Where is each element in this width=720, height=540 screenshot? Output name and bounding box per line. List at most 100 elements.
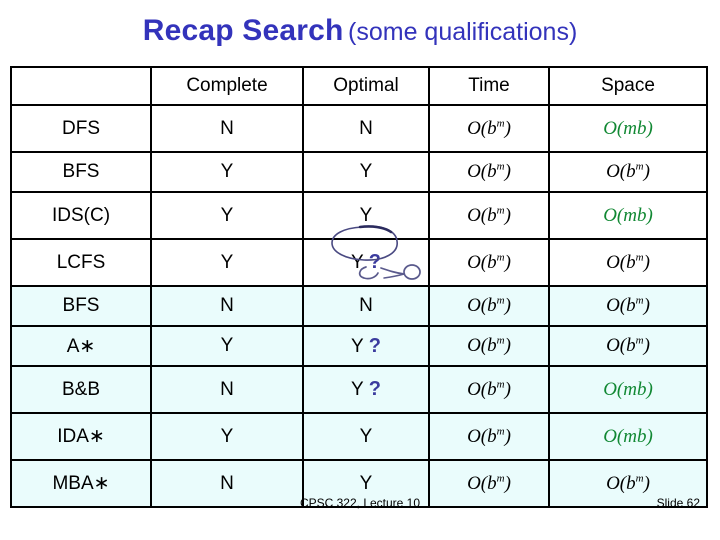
cell-space-complexity-value: O(mb) [603, 205, 653, 226]
cell-space-complexity-base: O(b [606, 161, 636, 182]
cell-space-complexity-tail: ) [643, 335, 650, 356]
cell-space-complexity-base: O(b [606, 472, 636, 494]
cell-time-complexity: O(bm) [428, 285, 550, 327]
cell-space-complexity-tail: ) [643, 472, 650, 494]
cell-space-complexity-tail: ) [646, 425, 653, 447]
table-row: A∗ Y Y? O(bm) O(bm) [10, 325, 708, 367]
cell-space-complexity-base: O(mb [603, 117, 647, 139]
cell-time-complexity-tail: ) [504, 472, 511, 494]
table-row: BFS N N O(bm) O(bm) [10, 285, 708, 327]
column-header-optimal: Optimal [302, 66, 430, 106]
cell-space-complexity: O(bm) [548, 238, 708, 287]
footer-slide-number: Slide 62 [656, 496, 700, 510]
table-row: B&B N Y? O(bm) O(mb) [10, 365, 708, 414]
cell-time-complexity-base: O(b [467, 472, 497, 494]
cell-space-complexity-exponent: m [635, 334, 644, 347]
cell-strategy-name: BFS [10, 151, 152, 193]
search-strategies-table: Complete Optimal Time Space DFS N N O(bm) O(… [10, 66, 708, 508]
cell-time-complexity-value: O(bm) [467, 335, 511, 356]
table-row: BFS Y Y O(bm) O(bm) [10, 151, 708, 193]
cell-time-complexity-exponent: m [496, 425, 505, 438]
cell-time-complexity-value: O(bm) [467, 295, 511, 316]
cell-time-complexity-tail: ) [504, 335, 511, 356]
optimal-value: Y [351, 379, 364, 400]
optimal-value: Y [351, 252, 364, 273]
cell-space-complexity-exponent: m [635, 472, 644, 485]
cell-optimal: Y [302, 151, 430, 193]
cell-optimal: Y [302, 191, 430, 240]
page-title-subtitle: (some qualifications) [348, 18, 578, 46]
cell-space-complexity: O(mb) [548, 104, 708, 153]
cell-strategy-name: DFS [10, 104, 152, 153]
cell-time-complexity-value: O(bm) [467, 473, 511, 494]
cell-time-complexity-tail: ) [504, 295, 511, 316]
cell-space-complexity: O(bm) [548, 151, 708, 193]
cell-space-complexity-exponent: m [635, 160, 644, 173]
cell-time-complexity-base: O(b [467, 295, 497, 316]
table-row: DFS N N O(bm) O(mb) [10, 104, 708, 153]
cell-time-complexity-base: O(b [467, 161, 497, 182]
cell-space-complexity-value: O(bm) [606, 473, 650, 494]
cell-time-complexity: O(bm) [428, 238, 550, 287]
cell-space-complexity-value: O(mb) [603, 426, 653, 447]
cell-time-complexity-value: O(bm) [467, 379, 511, 400]
optimal-value: N [359, 117, 373, 139]
cell-strategy-name: LCFS [10, 238, 152, 287]
optimal-value: Y [359, 161, 373, 182]
cell-time-complexity: O(bm) [428, 191, 550, 240]
cell-time-complexity-tail: ) [504, 161, 511, 182]
cell-time-complexity-exponent: m [496, 334, 505, 347]
cell-space-complexity: O(mb) [548, 412, 708, 461]
page-title-main: Recap Search [142, 14, 344, 47]
cell-optimal: Y [302, 412, 430, 461]
cell-time-complexity-base: O(b [467, 378, 497, 400]
optimal-value: Y [351, 335, 364, 357]
table-row: LCFS Y Y? O(bm) O(bm) [10, 238, 708, 287]
cell-complete: N [150, 104, 304, 153]
cell-space-complexity: O(mb) [548, 365, 708, 414]
cell-time-complexity-base: O(b [467, 335, 497, 356]
cell-space-complexity: O(bm) [548, 325, 708, 367]
optimal-question-mark: ? [368, 251, 381, 273]
cell-space-complexity-tail: ) [646, 204, 653, 226]
cell-space-complexity-base: O(mb [603, 425, 647, 447]
cell-space-complexity-tail: ) [646, 378, 653, 400]
table-header-row: Complete Optimal Time Space [10, 66, 708, 106]
cell-complete: N [150, 365, 304, 414]
cell-space-complexity-value: O(mb) [603, 379, 653, 400]
table-body: DFS N N O(bm) O(mb) BFS Y Y O(bm) O(bm) IDS(C) Y Y O(… [10, 104, 708, 508]
cell-complete: Y [150, 151, 304, 193]
cell-time-complexity-base: O(b [467, 425, 497, 447]
cell-time-complexity-exponent: m [496, 117, 505, 130]
column-header-time: Time [428, 66, 550, 106]
cell-space-complexity: O(bm) [548, 285, 708, 327]
cell-space-complexity-tail: ) [646, 117, 653, 139]
cell-space-complexity-tail: ) [643, 161, 650, 182]
optimal-question-mark: ? [368, 334, 381, 357]
cell-optimal: Y? [302, 325, 430, 367]
cell-time-complexity: O(bm) [428, 325, 550, 367]
cell-space-complexity-base: O(mb [603, 204, 647, 226]
cell-time-complexity-tail: ) [504, 378, 511, 400]
cell-time-complexity-tail: ) [504, 204, 511, 226]
cell-space-complexity-base: O(b [606, 335, 636, 356]
cell-optimal: N [302, 104, 430, 153]
cell-optimal: N [302, 285, 430, 327]
cell-time-complexity: O(bm) [428, 151, 550, 193]
cell-time-complexity-tail: ) [504, 117, 511, 139]
optimal-value: Y [359, 425, 373, 447]
column-header-complete: Complete [150, 66, 304, 106]
cell-time-complexity-exponent: m [496, 204, 505, 217]
table-row: IDA∗ Y Y O(bm) O(mb) [10, 412, 708, 461]
cell-time-complexity-exponent: m [496, 160, 505, 173]
cell-time-complexity-value: O(bm) [467, 252, 511, 273]
cell-time-complexity-tail: ) [504, 425, 511, 447]
cell-strategy-name: IDS(C) [10, 191, 152, 240]
cell-optimal: Y? [302, 365, 430, 414]
cell-strategy-name: BFS [10, 285, 152, 327]
cell-time-complexity-base: O(b [467, 117, 497, 139]
optimal-value: Y [359, 472, 373, 494]
cell-space-complexity-exponent: m [635, 251, 644, 264]
footer-lecture-label: CPSC 322, Lecture 10 [299, 496, 421, 510]
cell-complete: Y [150, 191, 304, 240]
